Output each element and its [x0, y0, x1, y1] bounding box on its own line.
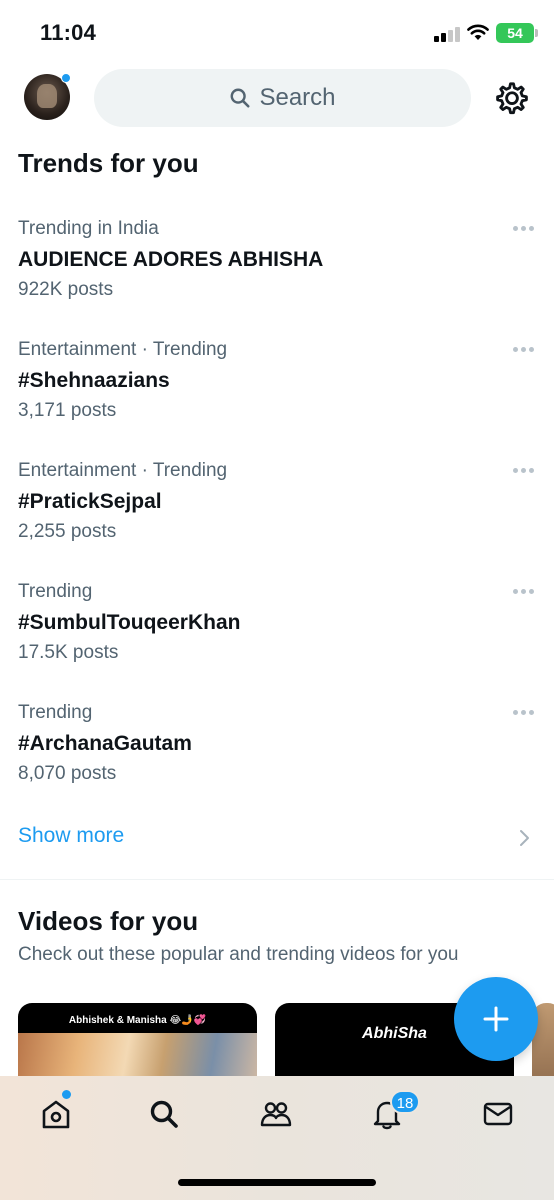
trend-name: #ArchanaGautam	[18, 732, 192, 755]
trend-item[interactable]: Trending #ArchanaGautam 8,070 posts	[18, 702, 536, 792]
trend-name: AUDIENCE ADORES ABHISHA	[18, 248, 324, 271]
tab-messages[interactable]	[478, 1094, 518, 1134]
trend-item[interactable]: Entertainment · Trending #PratickSejpal …	[18, 460, 536, 550]
battery-icon: 54	[496, 23, 534, 43]
chevron-right-icon	[520, 830, 529, 846]
battery-tip	[535, 29, 538, 37]
notification-count-badge: 18	[390, 1090, 420, 1114]
trend-meta: Entertainment · Trending	[18, 339, 228, 360]
more-options-icon[interactable]	[510, 341, 536, 357]
tab-communities[interactable]	[256, 1094, 296, 1134]
trend-name: #PratickSejpal	[18, 490, 162, 513]
tab-search[interactable]	[144, 1094, 184, 1134]
home-indicator	[178, 1179, 376, 1186]
status-time: 11:04	[40, 20, 97, 45]
search-placeholder: Search	[259, 84, 336, 111]
trend-post-count: 17.5K posts	[18, 642, 119, 663]
trend-name: #SumbulTouqeerKhan	[18, 611, 241, 634]
more-options-icon[interactable]	[510, 583, 536, 599]
trend-meta: Entertainment · Trending	[18, 460, 228, 481]
trend-item[interactable]: Trending in India AUDIENCE ADORES ABHISH…	[18, 218, 536, 308]
trend-post-count: 2,255 posts	[18, 521, 117, 542]
search-icon	[231, 88, 251, 108]
wifi-icon	[467, 24, 489, 40]
trend-post-count: 3,171 posts	[18, 400, 117, 421]
settings-gear-icon[interactable]	[494, 80, 530, 116]
show-more-link[interactable]: Show more	[18, 824, 124, 848]
home-icon	[42, 1100, 70, 1129]
trend-item[interactable]: Entertainment · Trending #Shehnaazians 3…	[18, 339, 536, 429]
status-bar: 11:04 54	[0, 0, 554, 66]
trend-post-count: 8,070 posts	[18, 763, 117, 784]
tab-home[interactable]	[36, 1094, 76, 1134]
section-divider	[0, 879, 554, 880]
trend-meta: Trending in India	[18, 218, 159, 239]
avatar-notification-dot	[61, 73, 71, 83]
more-options-icon[interactable]	[510, 462, 536, 478]
communities-icon	[260, 1102, 292, 1127]
videos-title: Videos for you	[18, 906, 199, 936]
trend-name: #Shehnaazians	[18, 369, 170, 392]
more-options-icon[interactable]	[510, 704, 536, 720]
trends-title: Trends for you	[18, 148, 199, 178]
more-options-icon[interactable]	[510, 220, 536, 236]
search-input[interactable]: Search	[94, 69, 471, 127]
compose-post-button[interactable]	[454, 977, 538, 1061]
mail-icon	[483, 1102, 513, 1126]
trend-meta: Trending	[18, 702, 93, 723]
video-caption: Abhishek & Manisha 😂🤳💞	[68, 1015, 207, 1026]
cellular-signal-icon	[434, 26, 462, 42]
trend-meta: Trending	[18, 581, 93, 602]
videos-subtitle: Check out these popular and trending vid…	[18, 944, 459, 965]
search-icon	[150, 1100, 178, 1128]
home-new-dot	[62, 1090, 71, 1099]
trend-post-count: 922K posts	[18, 279, 114, 300]
plus-icon	[483, 1006, 509, 1032]
trend-item[interactable]: Trending #SumbulTouqeerKhan 17.5K posts	[18, 581, 536, 671]
